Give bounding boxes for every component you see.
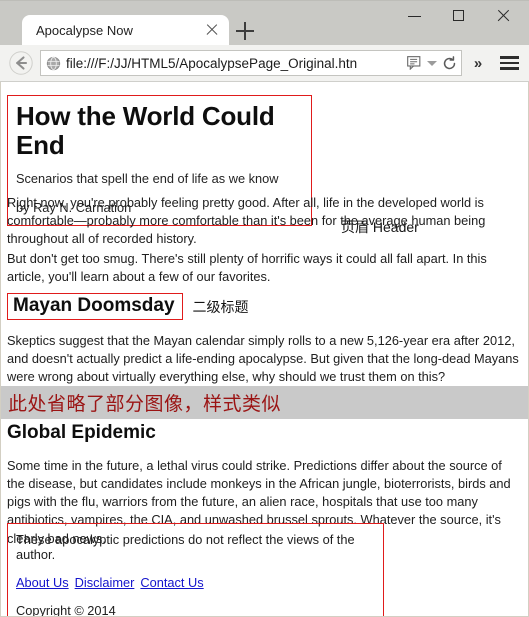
maximize-icon[interactable]: [437, 1, 481, 31]
tab-title: Apocalypse Now: [36, 22, 133, 38]
chevron-down-icon[interactable]: [427, 60, 437, 66]
section-1-heading-row: Mayan Doomsday 二级标题: [7, 293, 249, 321]
minimize-icon[interactable]: [393, 1, 437, 31]
close-icon[interactable]: [481, 1, 525, 31]
page-subtitle: Scenarios that spell the end of life as …: [16, 171, 279, 187]
back-arrow-icon[interactable]: [4, 48, 38, 78]
section-1-paragraph: Skeptics suggest that the Mayan calendar…: [7, 333, 519, 385]
hamburger-menu-icon[interactable]: [492, 48, 526, 78]
tab-close-icon[interactable]: [203, 21, 221, 39]
omission-band: 此处省略了部分图像，样式类似: [1, 386, 528, 419]
section-2-heading: Global Epidemic: [7, 422, 156, 443]
section-1-heading: Mayan Doomsday: [7, 293, 183, 321]
footer-links: About Us Disclaimer Contact Us: [16, 575, 375, 590]
footer-link-disclaimer[interactable]: Disclaimer: [75, 575, 135, 590]
page-title: How the World Could End: [16, 101, 275, 160]
page-footer-region: These apocalyptic predictions do not ref…: [7, 523, 384, 617]
new-tab-icon[interactable]: [236, 22, 254, 40]
reading-view-icon[interactable]: [407, 56, 422, 71]
refresh-icon[interactable]: [442, 55, 457, 71]
footer-copyright: Copyright © 2014: [16, 603, 116, 617]
omission-note: 此处省略了部分图像，样式类似: [8, 393, 282, 415]
title-bar: Apocalypse Now: [0, 0, 529, 45]
intro-paragraph-1: Right now, you're probably feeling prett…: [7, 195, 486, 247]
footer-disclaimer: These apocalyptic predictions do not ref…: [16, 532, 355, 562]
intro-paragraph-2: But don't get too smug. There's still pl…: [7, 251, 487, 285]
footer-link-contact-us[interactable]: Contact Us: [140, 575, 203, 590]
globe-icon: [46, 56, 61, 71]
footer-link-about-us[interactable]: About Us: [16, 575, 69, 590]
tab-apocalypse-now[interactable]: Apocalypse Now: [22, 15, 229, 45]
address-bar[interactable]: file:///F:/JJ/HTML5/ApocalypsePage_Origi…: [40, 50, 462, 76]
address-bar-icons: [403, 55, 457, 71]
url-text: file:///F:/JJ/HTML5/ApocalypsePage_Origi…: [66, 55, 358, 71]
section-1-heading-annotation: 二级标题: [192, 298, 249, 315]
chevrons-right-icon[interactable]: »: [464, 48, 492, 78]
window-controls: [393, 1, 525, 31]
browser-window: Apocalypse Now file:///F:/JJ/HTML5/Apoca…: [0, 0, 529, 617]
tab-strip: Apocalypse Now: [0, 1, 529, 45]
page-viewport: How the World Could End Scenarios that s…: [0, 82, 529, 617]
browser-toolbar: file:///F:/JJ/HTML5/ApocalypsePage_Origi…: [0, 45, 529, 82]
